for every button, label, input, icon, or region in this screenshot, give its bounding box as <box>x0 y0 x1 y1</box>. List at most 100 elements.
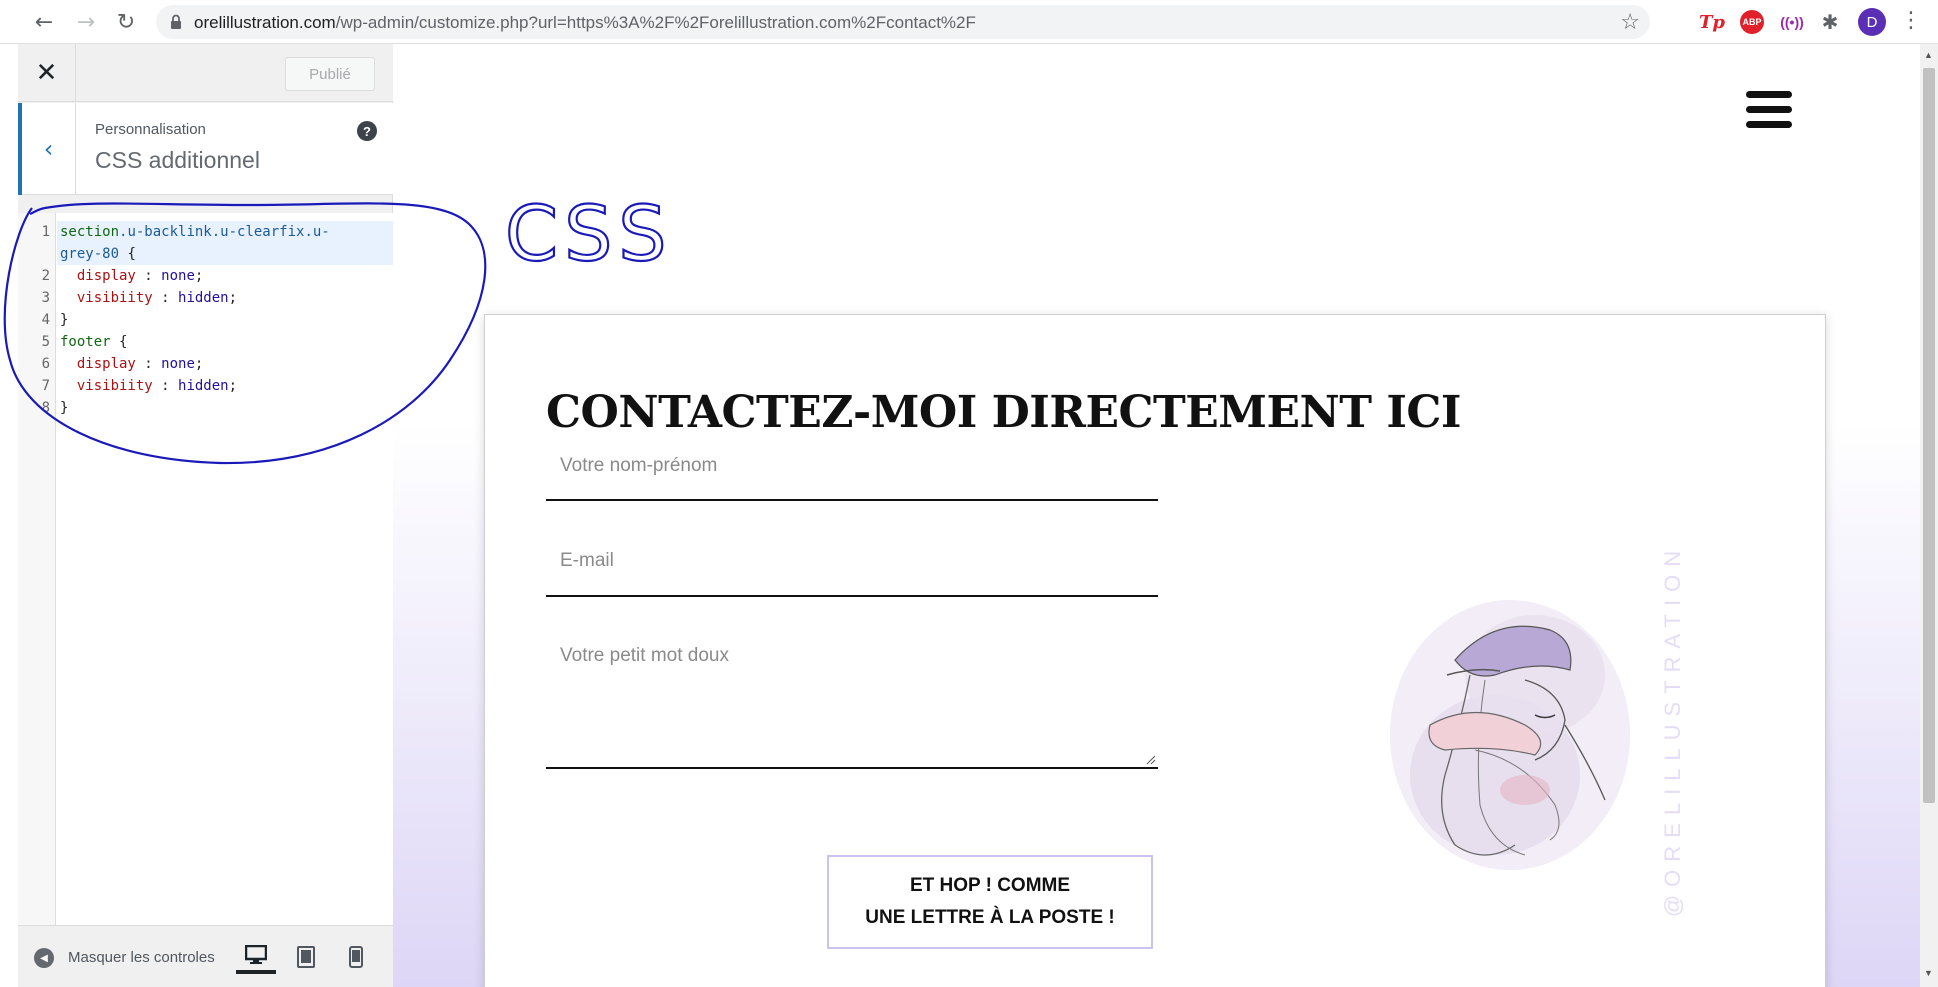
code-token: ; <box>228 290 238 306</box>
tablet-preview-button[interactable] <box>286 940 326 974</box>
code-token: hidden <box>178 378 229 394</box>
code-token: none <box>161 268 195 284</box>
code-token: hidden <box>178 290 229 306</box>
line-number: 3 <box>41 290 50 306</box>
line-number: 7 <box>41 378 50 394</box>
extensions-puzzle-icon[interactable]: ✱ <box>1818 10 1842 34</box>
customizer-sidebar: ✕ Publié ‹ Personnalisation CSS addition… <box>18 44 393 987</box>
code-token: ; <box>194 356 204 372</box>
line-number: 4 <box>41 312 50 328</box>
resize-handle-icon[interactable] <box>1146 755 1156 765</box>
tablet-icon <box>297 946 315 968</box>
name-placeholder: Votre nom-prénom <box>560 455 718 476</box>
lock-icon <box>171 14 181 29</box>
code-token: visibiity <box>76 290 153 306</box>
email-field[interactable]: E-mail <box>546 537 1158 597</box>
code-line[interactable]: } <box>60 397 68 419</box>
mobile-preview-button[interactable] <box>336 940 376 974</box>
code-line[interactable]: grey-80 { <box>60 243 136 265</box>
contact-card: CONTACTEZ-MOI DIRECTEMENT ICI Votre nom-… <box>484 314 1826 987</box>
submit-line-1: ET HOP ! COMME <box>909 875 1071 896</box>
tp-extension-icon[interactable]: Tp <box>1699 10 1725 34</box>
code-line[interactable]: visibiity : hidden; <box>60 287 237 309</box>
code-token: section <box>60 224 120 240</box>
vertical-brand-text: @ORELILLUSTRATION <box>1658 505 1688 955</box>
code-token: display <box>76 356 136 372</box>
url-host: orelillustration.com <box>194 13 336 32</box>
help-icon[interactable]: ? <box>357 121 377 141</box>
bookmark-star-icon[interactable]: ☆ <box>1620 10 1640 35</box>
forward-arrow-icon[interactable]: → <box>72 8 100 36</box>
close-customizer-button[interactable]: ✕ <box>18 44 76 102</box>
code-token: none <box>161 356 195 372</box>
chrome-menu-icon[interactable]: ⋮ <box>1900 8 1922 33</box>
page-scrollbar[interactable]: ▲ ▼ <box>1920 44 1938 987</box>
code-token: : <box>152 378 179 394</box>
scroll-thumb[interactable] <box>1923 68 1935 803</box>
code-token: } <box>60 312 69 328</box>
email-placeholder: E-mail <box>560 550 614 571</box>
vertical-brand-label: @ORELILLUSTRATION <box>1660 542 1685 918</box>
code-line[interactable]: display : none; <box>60 265 203 287</box>
girl-illustration <box>1390 600 1630 870</box>
code-line[interactable]: footer { <box>60 331 127 353</box>
code-token: : <box>135 268 162 284</box>
message-field[interactable]: Votre petit mot doux <box>546 633 1158 769</box>
mobile-icon <box>349 946 363 968</box>
hamburger-menu-icon[interactable] <box>1746 91 1792 131</box>
url-text: orelillustration.com/wp-admin/customize.… <box>194 13 976 33</box>
code-token: { <box>119 246 136 262</box>
code-line[interactable]: visibiity : hidden; <box>60 375 237 397</box>
scroll-down-arrow-icon[interactable]: ▼ <box>1924 968 1933 978</box>
reload-icon[interactable]: ↻ <box>112 8 140 36</box>
css-code-editor[interactable]: 1 section.u-backlink.u-clearfix.u-grey-80… <box>18 213 393 925</box>
line-number: 6 <box>41 356 50 372</box>
site-preview: CONTACTEZ-MOI DIRECTEMENT ICI Votre nom-… <box>393 44 1920 987</box>
line-number: 1 <box>41 224 50 240</box>
desktop-preview-button[interactable] <box>236 940 276 974</box>
code-line[interactable]: } <box>60 309 68 331</box>
back-arrow-icon[interactable]: ← <box>30 8 58 36</box>
left-gutter <box>0 44 18 987</box>
code-token: ; <box>228 378 238 394</box>
code-token: ; <box>194 268 204 284</box>
breadcrumb: Personnalisation <box>95 121 206 138</box>
code-token: : <box>135 356 162 372</box>
collapse-arrow-icon[interactable]: ◀ <box>34 948 54 968</box>
code-token: footer <box>60 334 111 350</box>
code-line[interactable]: section.u-backlink.u-clearfix.u- <box>60 221 330 243</box>
radio-extension-icon[interactable]: ((•)) <box>1780 10 1804 34</box>
scroll-up-arrow-icon[interactable]: ▲ <box>1924 50 1933 60</box>
address-bar[interactable]: orelillustration.com/wp-admin/customize.… <box>156 5 1650 39</box>
submit-line-2: UNE LETTRE À LA POSTE ! <box>865 907 1115 928</box>
desktop-icon <box>245 945 267 964</box>
url-path: /wp-admin/customize.php?url=https%3A%2F%… <box>335 13 976 32</box>
adblock-plus-icon[interactable]: ABP <box>1740 10 1764 34</box>
code-token: { <box>110 334 128 350</box>
line-number: 2 <box>41 268 50 284</box>
profile-avatar[interactable]: D <box>1858 8 1886 36</box>
code-line[interactable]: display : none; <box>60 353 203 375</box>
publish-button[interactable]: Publié <box>285 57 375 91</box>
customizer-header: ✕ Publié <box>18 44 393 102</box>
message-placeholder: Votre petit mot doux <box>560 645 729 666</box>
back-chevron-icon[interactable]: ‹ <box>18 103 76 195</box>
browser-toolbar: ← → ↻ orelillustration.com/wp-admin/cust… <box>0 0 1938 44</box>
section-title: CSS additionnel <box>95 147 260 173</box>
name-field[interactable]: Votre nom-prénom <box>546 443 1158 501</box>
line-number: 5 <box>41 334 50 350</box>
contact-title: CONTACTEZ-MOI DIRECTEMENT ICI <box>546 387 1462 438</box>
section-header: ‹ Personnalisation CSS additionnel ? <box>18 103 393 195</box>
code-token: display <box>76 268 136 284</box>
code-token: visibiity <box>76 378 153 394</box>
collapse-label[interactable]: Masquer les controles <box>68 949 215 966</box>
code-token: : <box>152 290 179 306</box>
submit-button[interactable]: ET HOP ! COMME UNE LETTRE À LA POSTE ! <box>827 855 1153 949</box>
code-token: } <box>60 400 69 416</box>
code-token: grey-80 <box>60 246 120 262</box>
code-token: .u-backlink.u-clearfix.u- <box>119 224 330 240</box>
